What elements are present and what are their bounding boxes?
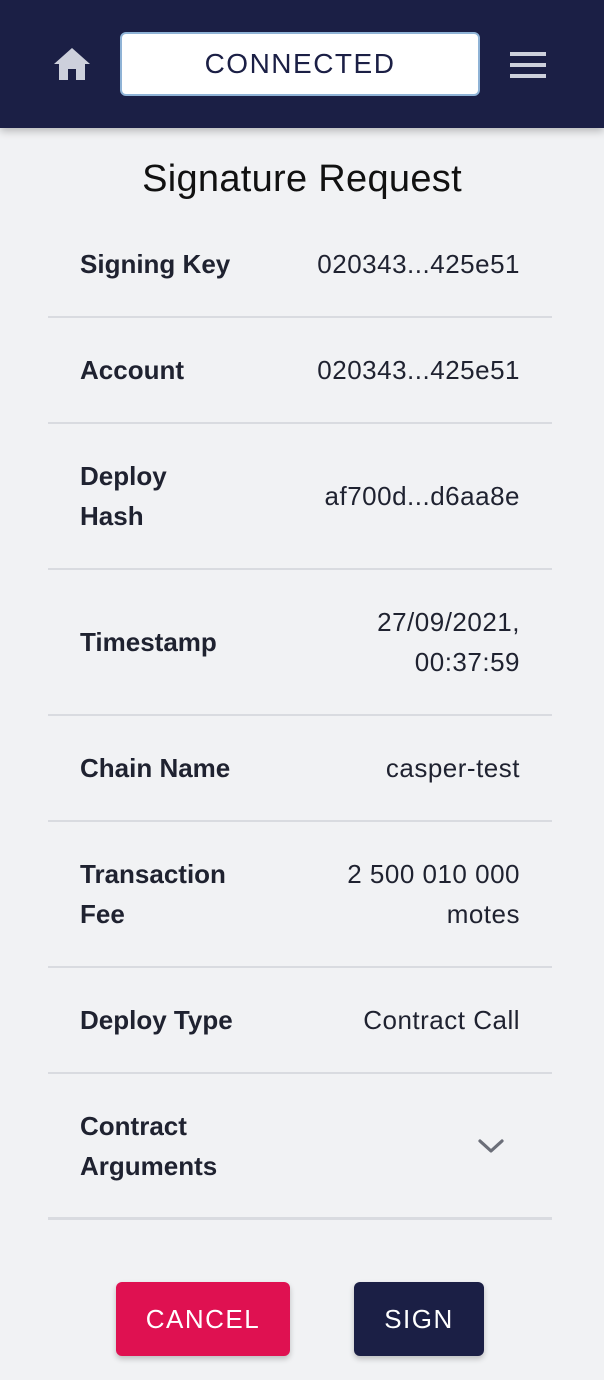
detail-row-transaction-fee: Transaction Fee 2 500 010 000 motes xyxy=(48,822,552,968)
cancel-button[interactable]: CANCEL xyxy=(116,1282,290,1356)
detail-row-deploy-type: Deploy Type Contract Call xyxy=(48,968,552,1074)
page-title: Signature Request xyxy=(142,158,462,200)
signing-key-value: 020343...425e51 xyxy=(317,249,520,279)
deploy-hash-label: Deploy Hash xyxy=(80,461,167,531)
home-icon xyxy=(54,48,90,80)
detail-row-contract-arguments[interactable]: Contract Arguments xyxy=(48,1074,552,1220)
contract-arguments-label: Contract Arguments xyxy=(80,1110,218,1181)
home-button[interactable] xyxy=(48,44,96,84)
detail-row-chain-name: Chain Name casper-test xyxy=(48,716,552,822)
detail-row-timestamp: Timestamp 27/09/2021, 00:37:59 xyxy=(48,570,552,716)
deploy-type-value: Contract Call xyxy=(363,1005,520,1035)
chevron-down-icon[interactable] xyxy=(476,1136,506,1156)
hamburger-menu-icon-bar-bottom xyxy=(510,74,546,78)
deploy-type-label: Deploy Type xyxy=(80,1005,233,1035)
hamburger-menu-icon-bar-middle xyxy=(510,63,546,67)
menu-button[interactable] xyxy=(506,48,550,82)
detail-row-signing-key: Signing Key 020343...425e51 xyxy=(48,212,552,318)
timestamp-label: Timestamp xyxy=(80,627,217,657)
hamburger-menu-icon-bar-top xyxy=(510,52,546,56)
signature-details-list: Signing Key 020343...425e51 Account 0203… xyxy=(48,212,552,1220)
connection-status-badge: CONNECTED xyxy=(120,32,480,96)
account-value: 020343...425e51 xyxy=(317,355,520,385)
sign-button[interactable]: SIGN xyxy=(354,1282,484,1356)
chain-name-label: Chain Name xyxy=(80,753,231,783)
transaction-fee-value: 2 500 010 000 motes xyxy=(347,859,520,929)
connection-status-label: CONNECTED xyxy=(204,48,396,79)
detail-row-deploy-hash: Deploy Hash af700d...d6aa8e xyxy=(48,424,552,570)
signing-key-label: Signing Key xyxy=(80,249,231,279)
deploy-hash-value: af700d...d6aa8e xyxy=(324,481,520,511)
top-navigation-bar: CONNECTED xyxy=(0,0,604,128)
transaction-fee-label: Transaction Fee xyxy=(80,859,226,929)
timestamp-value: 27/09/2021, 00:37:59 xyxy=(377,607,520,677)
chain-name-value: casper-test xyxy=(385,753,520,783)
detail-row-account: Account 020343...425e51 xyxy=(48,318,552,424)
account-label: Account xyxy=(80,355,184,385)
